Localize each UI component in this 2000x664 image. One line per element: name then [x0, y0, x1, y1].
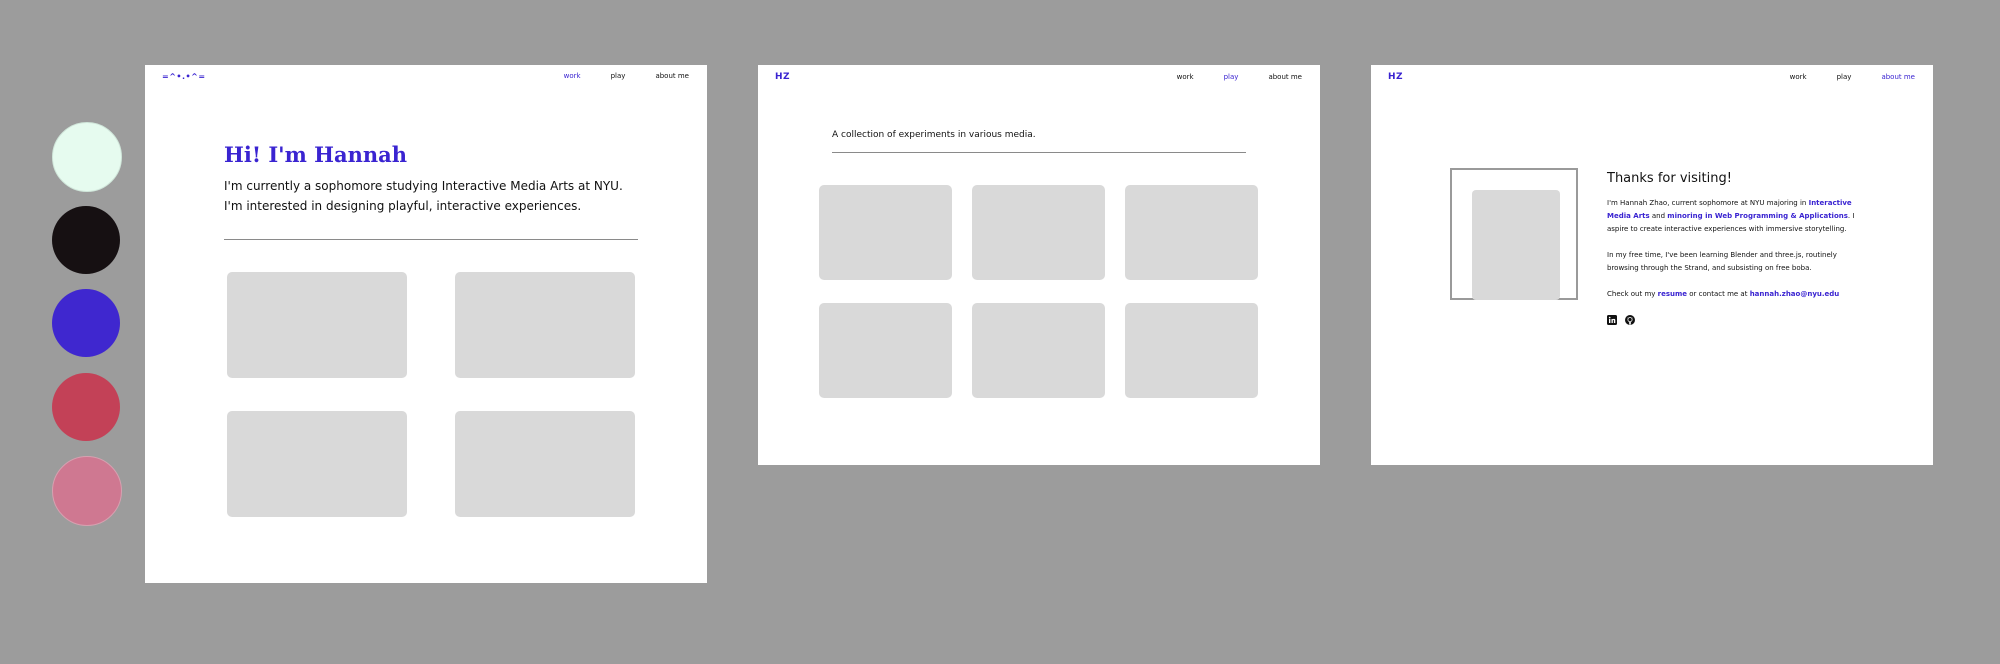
social-icons: [1607, 310, 1635, 325]
nav-play[interactable]: play: [1224, 73, 1239, 81]
divider: [832, 152, 1246, 153]
frame-work-page: =^•.•^= work play about me Hi! I'm Hanna…: [145, 65, 707, 583]
swatch-blue: [52, 289, 120, 357]
site-logo[interactable]: HZ: [775, 72, 790, 82]
about-paragraph-1: I'm Hannah Zhao, current sophomore at NY…: [1607, 199, 1855, 233]
site-logo[interactable]: HZ: [1388, 72, 1403, 82]
nav-play[interactable]: play: [1837, 73, 1852, 81]
experiment-card-4[interactable]: [819, 303, 952, 398]
project-card-2[interactable]: [455, 272, 635, 378]
project-card-3[interactable]: [227, 411, 407, 517]
project-card-1[interactable]: [227, 272, 407, 378]
project-card-4[interactable]: [455, 411, 635, 517]
nav-work[interactable]: work: [1177, 73, 1194, 81]
swatch-mint: [52, 122, 122, 192]
github-icon[interactable]: [1625, 310, 1635, 325]
about-paragraph-2: In my free time, I've been learning Blen…: [1607, 251, 1837, 272]
page-subtitle: A collection of experiments in various m…: [832, 130, 1036, 140]
nav-work[interactable]: work: [564, 72, 581, 80]
experiment-card-2[interactable]: [972, 185, 1105, 280]
nav-play[interactable]: play: [611, 72, 626, 80]
top-nav: work play about me: [1790, 73, 1915, 81]
minor-link[interactable]: minoring in Web Programming & Applicatio…: [1667, 212, 1848, 220]
page-title: Hi! I'm Hannah: [224, 142, 407, 167]
swatch-black: [52, 206, 120, 274]
portrait-frame: [1450, 168, 1578, 300]
linkedin-icon[interactable]: [1607, 310, 1617, 325]
experiment-card-5[interactable]: [972, 303, 1105, 398]
email-link[interactable]: hannah.zhao@nyu.edu: [1750, 290, 1840, 298]
top-nav: work play about me: [564, 72, 689, 80]
experiment-card-3[interactable]: [1125, 185, 1258, 280]
nav-about[interactable]: about me: [1881, 73, 1915, 81]
frame-play-page: HZ work play about me A collection of ex…: [758, 65, 1320, 465]
portrait-placeholder: [1472, 190, 1560, 300]
resume-link[interactable]: resume: [1658, 290, 1687, 298]
divider: [224, 239, 638, 240]
nav-about[interactable]: about me: [1268, 73, 1302, 81]
intro-text: I'm currently a sophomore studying Inter…: [224, 179, 623, 213]
about-paragraph-3: Check out my resume or contact me at han…: [1607, 290, 1840, 298]
experiment-card-6[interactable]: [1125, 303, 1258, 398]
swatch-pink: [52, 456, 122, 526]
top-nav: work play about me: [1177, 73, 1302, 81]
frame-about-page: HZ work play about me Thanks for visitin…: [1371, 65, 1933, 465]
site-logo[interactable]: =^•.•^=: [162, 72, 206, 81]
nav-work[interactable]: work: [1790, 73, 1807, 81]
about-title: Thanks for visiting!: [1607, 171, 1732, 186]
experiment-card-1[interactable]: [819, 185, 952, 280]
swatch-red: [52, 373, 120, 441]
nav-about[interactable]: about me: [655, 72, 689, 80]
